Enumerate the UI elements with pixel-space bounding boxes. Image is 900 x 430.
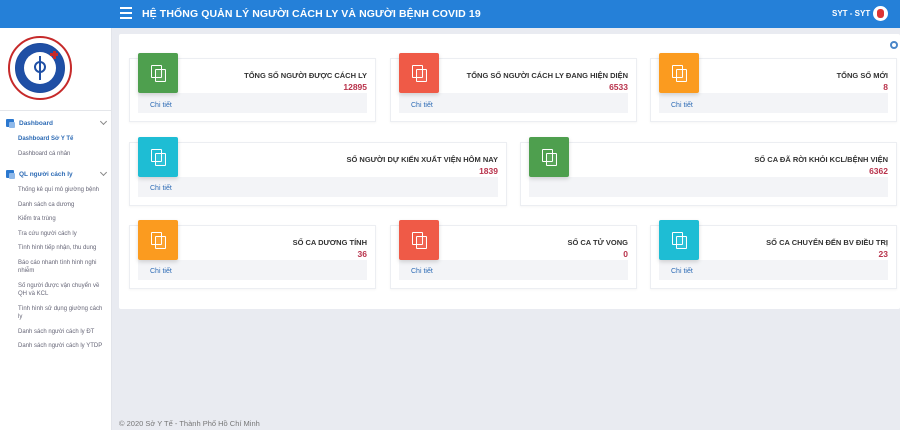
stat-card-deaths: SỐ CA TỬ VONG 0 Chi tiết <box>390 220 637 289</box>
stat-title: SỐ CA CHUYỂN ĐẾN BV ĐIỀU TRỊ <box>766 238 888 247</box>
stat-title: TỔNG SỐ MỚI <box>836 71 888 80</box>
sidebar-item-list-dt[interactable]: Danh sách người cách ly ĐT <box>0 325 111 340</box>
stat-tile <box>399 53 439 93</box>
copy-icon <box>672 232 687 249</box>
details-link[interactable]: Chi tiết <box>150 185 172 192</box>
stat-card-transferred: SỐ CA CHUYỂN ĐẾN BV ĐIỀU TRỊ 23 Chi tiết <box>650 220 897 289</box>
sidebar-item-positive-list[interactable]: Danh sách ca dương <box>0 198 111 213</box>
details-link[interactable]: Chi tiết <box>671 268 693 275</box>
details-link[interactable]: Chi tiết <box>150 268 172 275</box>
stat-title: SỐ NGƯỜI DỰ KIẾN XUẤT VIỆN HÔM NAY <box>346 155 499 164</box>
stat-value: 12895 <box>343 82 367 92</box>
copy-icon <box>151 149 166 166</box>
top-header: HỆ THỐNG QUẢN LÝ NGƯỜI CÁCH LY VÀ NGƯỜI … <box>0 0 900 28</box>
sidebar-menu: Dashboard Dashboard Sở Y Tế Dashboard cá… <box>0 114 111 354</box>
menu-group-label: QL người cách ly <box>19 170 73 178</box>
copy-icon <box>412 65 427 82</box>
stat-value: 0 <box>623 249 628 259</box>
copy-icon <box>151 65 166 82</box>
stat-card-expected-discharge: SỐ NGƯỜI DỰ KIẾN XUẤT VIỆN HÔM NAY 1839 … <box>129 137 507 206</box>
dashboard-icon <box>6 119 15 128</box>
stat-value: 8 <box>883 82 888 92</box>
sidebar-item-duplicate-check[interactable]: Kiểm tra trùng <box>0 212 111 227</box>
stat-value: 36 <box>357 249 367 259</box>
stat-card-current-quarantined: TỔNG SỐ NGƯỜI CÁCH LY ĐANG HIỆN DIỆN 653… <box>390 53 637 122</box>
sidebar-divider <box>0 110 111 111</box>
sidebar-item-bed-usage[interactable]: Tình hình sử dụng giường cách ly <box>0 302 111 325</box>
stat-tile <box>659 220 699 260</box>
details-link[interactable]: Chi tiết <box>411 268 433 275</box>
people-icon <box>6 170 15 179</box>
copy-icon <box>542 149 557 166</box>
chevron-down-icon <box>99 168 108 177</box>
stat-title: TỔNG SỐ NGƯỜI ĐƯỢC CÁCH LY <box>244 71 367 80</box>
sidebar-item-quick-report[interactable]: Báo cáo nhanh tình hình nghi nhiễm <box>0 256 111 279</box>
stat-title: SỐ CA ĐÃ RỜI KHỎI KCL/BỆNH VIỆN <box>754 155 888 164</box>
sidebar-item-dashboard-syt[interactable]: Dashboard Sở Y Tế <box>0 132 111 147</box>
sidebar-item-list-ytdp[interactable]: Danh sách người cách ly YTDP <box>0 339 111 354</box>
stat-tile <box>138 53 178 93</box>
menu-group-quarantine[interactable]: QL người cách ly <box>0 165 111 183</box>
details-link[interactable]: Chi tiết <box>411 102 433 109</box>
sidebar: Dashboard Dashboard Sở Y Tế Dashboard cá… <box>0 28 112 430</box>
stat-tile <box>138 220 178 260</box>
stat-tile <box>399 220 439 260</box>
sidebar-item-transport[interactable]: Số người được vận chuyển về QH và KCL <box>0 279 111 302</box>
stat-card-total-quarantined: TỔNG SỐ NGƯỜI ĐƯỢC CÁCH LY 12895 Chi tiế… <box>129 53 376 122</box>
stat-title: SỐ CA DƯƠNG TÍNH <box>292 238 367 247</box>
sidebar-item-bed-stats[interactable]: Thống kê quí mô giường bệnh <box>0 183 111 198</box>
sidebar-item-intake-status[interactable]: Tình hình tiếp nhận, thu dung <box>0 241 111 256</box>
ministry-of-health-logo <box>8 36 72 100</box>
stat-value: 1839 <box>479 166 498 176</box>
menu-group-dashboard[interactable]: Dashboard <box>0 114 111 132</box>
stat-tile <box>659 53 699 93</box>
sidebar-item-dashboard-personal[interactable]: Dashboard cá nhân <box>0 147 111 162</box>
copy-icon <box>672 65 687 82</box>
stat-tile <box>138 137 178 177</box>
user-name[interactable]: SYT - SYT <box>832 9 870 18</box>
stat-title: TỔNG SỐ NGƯỜI CÁCH LY ĐANG HIỆN DIỆN <box>466 71 628 80</box>
app-title: HỆ THỐNG QUẢN LÝ NGƯỜI CÁCH LY VÀ NGƯỜI … <box>142 8 481 20</box>
sidebar-item-lookup[interactable]: Tra cứu người cách ly <box>0 227 111 242</box>
menu-group-label: Dashboard <box>19 119 53 127</box>
stat-card-positive: SỐ CA DƯƠNG TÍNH 36 Chi tiết <box>129 220 376 289</box>
stat-value: 23 <box>878 249 888 259</box>
stat-tile <box>529 137 569 177</box>
stat-value: 6533 <box>609 82 628 92</box>
chevron-down-icon <box>99 117 108 126</box>
stat-title: SỐ CA TỬ VONG <box>567 238 628 247</box>
details-link[interactable]: Chi tiết <box>671 102 693 109</box>
stat-card-left-facility: SỐ CA ĐÃ RỜI KHỎI KCL/BỆNH VIỆN 6362 <box>520 137 897 206</box>
stat-value: 6362 <box>869 166 888 176</box>
copy-icon <box>412 232 427 249</box>
copy-icon <box>151 232 166 249</box>
details-link[interactable]: Chi tiết <box>150 102 172 109</box>
user-avatar[interactable] <box>873 6 888 21</box>
gear-icon[interactable] <box>890 41 898 49</box>
footer-copyright: © 2020 Sở Y Tế - Thành Phố Hồ Chí Minh <box>119 419 260 428</box>
hamburger-menu-icon[interactable] <box>120 7 132 19</box>
stat-card-new-total: TỔNG SỐ MỚI 8 Chi tiết <box>650 53 897 122</box>
